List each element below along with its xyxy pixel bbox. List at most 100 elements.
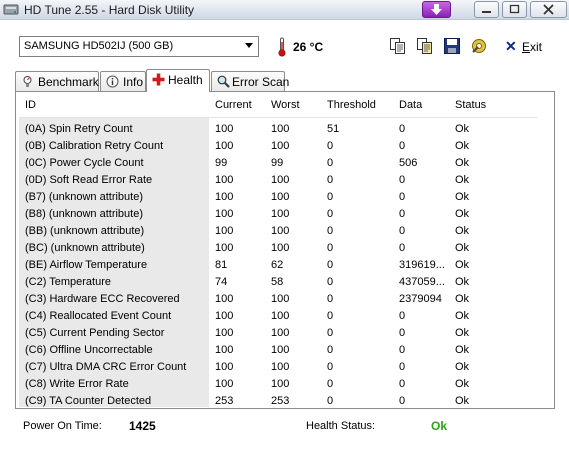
cell-worst: 99 bbox=[271, 156, 284, 169]
tab-strip: Benchmark Info Health Error Scan bbox=[15, 69, 555, 92]
cell-worst: 100 bbox=[271, 207, 290, 220]
cell-data: 0 bbox=[399, 122, 406, 135]
thermometer-icon bbox=[278, 37, 286, 57]
title-bar[interactable]: HD Tune 2.55 - Hard Disk Utility bbox=[0, 0, 569, 20]
cell-threshold: 0 bbox=[327, 275, 334, 288]
cell-data: 2379094 bbox=[399, 292, 442, 305]
table-row[interactable]: (BC) (unknown attribute) 100 100 0 0 Ok bbox=[19, 239, 537, 256]
cell-current: 100 bbox=[215, 207, 234, 220]
cell-current: 99 bbox=[215, 156, 228, 169]
status-row: Power On Time: 1425 Health Status: Ok bbox=[15, 410, 555, 444]
cell-current: 100 bbox=[215, 377, 234, 390]
table-row[interactable]: (C8) Write Error Rate 100 100 0 0 Ok bbox=[19, 375, 537, 392]
minimize-icon bbox=[482, 11, 491, 13]
table-row[interactable]: (BB) (unknown attribute) 100 100 0 0 Ok bbox=[19, 222, 537, 239]
cell-data: 506 bbox=[399, 156, 418, 169]
save-icon[interactable] bbox=[443, 37, 461, 55]
cell-id: (BC) (unknown attribute) bbox=[19, 239, 209, 256]
cell-worst: 100 bbox=[271, 377, 290, 390]
options-icon[interactable] bbox=[470, 37, 488, 55]
column-header-current[interactable]: Current bbox=[209, 94, 265, 117]
table-row[interactable]: (C2) Temperature 74 58 0 437059... Ok bbox=[19, 273, 537, 290]
toolbar: SAMSUNG HD502IJ (500 GB) 26 °C ✕ Exit bbox=[0, 21, 569, 67]
cell-current: 100 bbox=[215, 241, 234, 254]
cell-worst: 253 bbox=[271, 394, 290, 407]
table-row[interactable]: (C9) TA Counter Detected 253 253 0 0 Ok bbox=[19, 392, 537, 407]
power-on-time-value: 1425 bbox=[129, 419, 156, 433]
table-row[interactable]: (0B) Calibration Retry Count 100 100 0 0 Ok bbox=[19, 137, 537, 154]
cell-worst: 100 bbox=[271, 326, 290, 339]
cell-worst: 100 bbox=[271, 224, 290, 237]
tab-benchmark-label: Benchmark bbox=[38, 75, 99, 89]
table-row[interactable]: (C7) Ultra DMA CRC Error Count 100 100 0 0 Ok bbox=[19, 358, 537, 375]
cell-threshold: 0 bbox=[327, 309, 334, 322]
cell-worst: 100 bbox=[271, 360, 290, 373]
tab-info-label: Info bbox=[123, 75, 144, 89]
tab-error-scan[interactable]: Error Scan bbox=[211, 71, 289, 91]
cell-current: 100 bbox=[215, 326, 234, 339]
cell-data: 0 bbox=[399, 224, 406, 237]
cell-id: (C3) Hardware ECC Recovered bbox=[19, 290, 209, 307]
cell-status: Ok bbox=[455, 224, 470, 237]
cell-worst: 100 bbox=[271, 190, 290, 203]
cell-threshold: 0 bbox=[327, 156, 334, 169]
cell-data: 0 bbox=[399, 394, 406, 407]
cell-id: (C8) Write Error Rate bbox=[19, 375, 209, 392]
maximize-button[interactable] bbox=[502, 1, 527, 18]
cell-current: 100 bbox=[215, 122, 234, 135]
arrow-button[interactable] bbox=[422, 1, 451, 18]
copy-info-icon[interactable] bbox=[416, 37, 434, 55]
column-header-status[interactable]: Status bbox=[449, 94, 537, 117]
cell-worst: 58 bbox=[271, 275, 284, 288]
cell-current: 74 bbox=[215, 275, 228, 288]
copy-icon[interactable] bbox=[389, 37, 407, 55]
cell-id: (C9) TA Counter Detected bbox=[19, 392, 209, 407]
minimize-button[interactable] bbox=[474, 1, 499, 18]
table-row[interactable]: (0D) Soft Read Error Rate 100 100 0 0 Ok bbox=[19, 171, 537, 188]
exit-button[interactable]: ✕ Exit bbox=[505, 38, 549, 56]
exit-label: Exit bbox=[522, 40, 543, 54]
cell-threshold: 0 bbox=[327, 343, 334, 356]
health-status-label: Health Status: bbox=[306, 420, 376, 432]
cell-data: 0 bbox=[399, 309, 406, 322]
arrow-icon bbox=[431, 4, 442, 15]
cell-current: 253 bbox=[215, 394, 234, 407]
cell-id: (BB) (unknown attribute) bbox=[19, 222, 209, 239]
column-header-id[interactable]: ID bbox=[19, 94, 209, 117]
table-row[interactable]: (0C) Power Cycle Count 99 99 0 506 Ok bbox=[19, 154, 537, 171]
cell-status: Ok bbox=[455, 360, 470, 373]
cell-id: (C5) Current Pending Sector bbox=[19, 324, 209, 341]
table-row[interactable]: (C4) Reallocated Event Count 100 100 0 0 Ok bbox=[19, 307, 537, 324]
tab-health[interactable]: Health bbox=[146, 69, 210, 92]
column-header-threshold[interactable]: Threshold bbox=[321, 94, 393, 117]
table-row[interactable]: (C5) Current Pending Sector 100 100 0 0 Ok bbox=[19, 324, 537, 341]
column-header-data[interactable]: Data bbox=[393, 94, 449, 117]
tab-benchmark[interactable]: Benchmark bbox=[15, 71, 99, 91]
column-header-worst[interactable]: Worst bbox=[265, 94, 321, 117]
cell-data: 0 bbox=[399, 326, 406, 339]
cell-status: Ok bbox=[455, 326, 470, 339]
cell-id: (0B) Calibration Retry Count bbox=[19, 137, 209, 154]
table-row[interactable]: (B7) (unknown attribute) 100 100 0 0 Ok bbox=[19, 188, 537, 205]
cell-current: 100 bbox=[215, 224, 234, 237]
cell-status: Ok bbox=[455, 156, 470, 169]
cell-data: 0 bbox=[399, 377, 406, 390]
drive-select[interactable]: SAMSUNG HD502IJ (500 GB) bbox=[19, 36, 259, 57]
cell-id: (0D) Soft Read Error Rate bbox=[19, 171, 209, 188]
table-row[interactable]: (BE) Airflow Temperature 81 62 0 319619... Ok bbox=[19, 256, 537, 273]
tab-info[interactable]: Info bbox=[100, 71, 146, 91]
table-row[interactable]: (0A) Spin Retry Count 100 100 51 0 Ok bbox=[19, 117, 537, 137]
close-button[interactable] bbox=[530, 1, 567, 18]
cell-current: 100 bbox=[215, 360, 234, 373]
table-row[interactable]: (C3) Hardware ECC Recovered 100 100 0 237909… bbox=[19, 290, 537, 307]
table-header-row: ID Current Worst Threshold Data Status bbox=[19, 94, 537, 117]
table-row[interactable]: (B8) (unknown attribute) 100 100 0 0 Ok bbox=[19, 205, 537, 222]
temperature-readout: 26 °C bbox=[293, 40, 324, 54]
cell-data: 437059... bbox=[399, 275, 445, 288]
cell-status: Ok bbox=[455, 377, 470, 390]
chevron-down-icon[interactable] bbox=[245, 43, 253, 48]
table-row[interactable]: (C6) Offline Uncorrectable 100 100 0 0 Ok bbox=[19, 341, 537, 358]
cell-worst: 100 bbox=[271, 343, 290, 356]
cell-threshold: 0 bbox=[327, 292, 334, 305]
cell-threshold: 0 bbox=[327, 207, 334, 220]
